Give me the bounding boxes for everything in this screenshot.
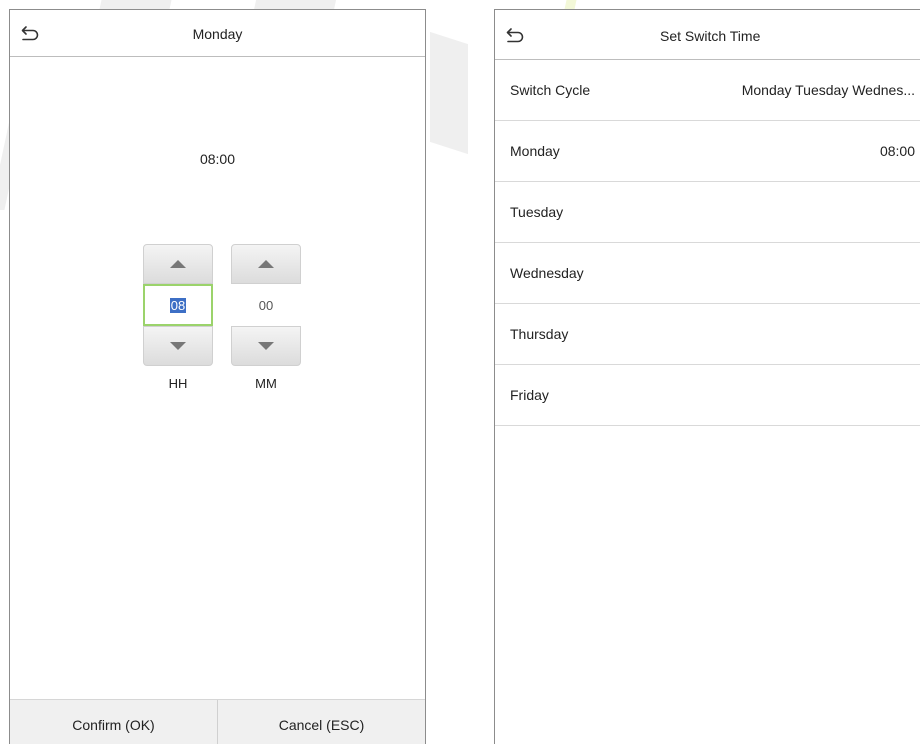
page-title: Monday [192, 26, 243, 42]
chevron-down-icon [258, 342, 274, 350]
chevron-down-icon [170, 342, 186, 350]
time-display: 08:00 [199, 151, 236, 167]
page-title: Set Switch Time [660, 28, 761, 44]
minutes-decrement-button[interactable] [231, 326, 301, 366]
minutes-label: MM [255, 376, 277, 391]
hours-value: 08 [169, 297, 187, 313]
hours-input[interactable]: 08 [143, 284, 213, 326]
row-label: Tuesday [510, 204, 564, 220]
minutes-value: 00 [258, 297, 274, 313]
hours-increment-button[interactable] [143, 244, 213, 284]
row-value: Monday Tuesday Wednes... [741, 82, 915, 98]
watermark-shape [430, 31, 468, 155]
minutes-spinner: 00 [231, 244, 301, 366]
hours-decrement-button[interactable] [143, 326, 213, 366]
hours-label: HH [168, 376, 188, 391]
list-item-friday[interactable]: Friday [495, 365, 920, 426]
row-label: Wednesday [510, 265, 584, 281]
list-item-thursday[interactable]: Thursday [495, 304, 920, 365]
row-value: 08:00 [879, 143, 915, 159]
header: Monday [10, 10, 425, 57]
row-label: Friday [510, 387, 549, 403]
row-label: Thursday [510, 326, 569, 342]
chevron-up-icon [258, 260, 274, 268]
minutes-increment-button[interactable] [231, 244, 301, 284]
hours-spinner: 08 [143, 244, 213, 366]
time-picker-screen: Monday 08:00 08 HH 00 MM Confirm (OK) Ca… [9, 9, 426, 744]
footer-bar: Confirm (OK) Cancel (ESC) [10, 699, 425, 744]
minutes-input[interactable]: 00 [231, 284, 301, 326]
chevron-up-icon [170, 260, 186, 268]
row-label: Monday [510, 143, 560, 159]
row-label: Switch Cycle [510, 82, 591, 98]
cancel-button[interactable]: Cancel (ESC) [217, 700, 425, 744]
list-item-switch-cycle[interactable]: Switch Cycle Monday Tuesday Wednes... [495, 60, 920, 121]
confirm-button[interactable]: Confirm (OK) [10, 700, 217, 744]
list-item-wednesday[interactable]: Wednesday [495, 243, 920, 304]
list-item-tuesday[interactable]: Tuesday [495, 182, 920, 243]
header: Set Switch Time [495, 10, 920, 60]
set-switch-time-screen: Set Switch Time Switch Cycle Monday Tues… [494, 9, 920, 744]
list-item-monday[interactable]: Monday 08:00 [495, 121, 920, 182]
